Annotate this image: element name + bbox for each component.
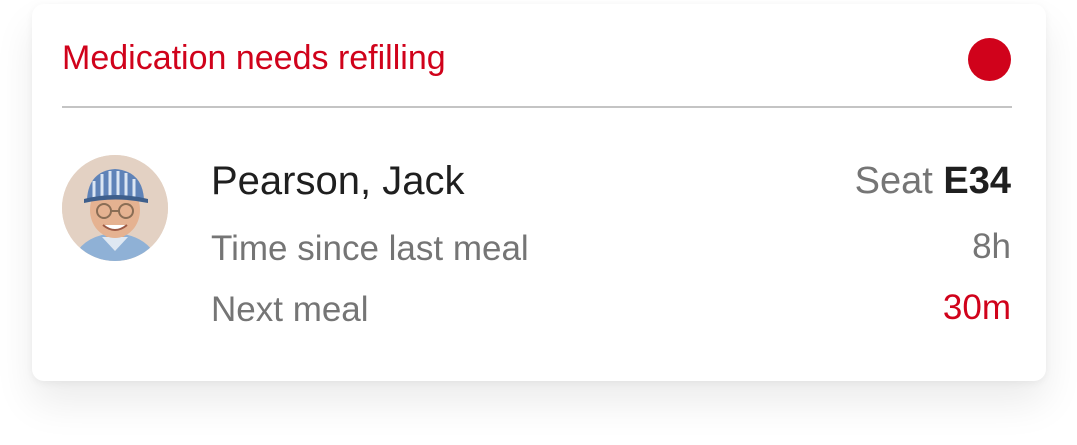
last-meal-label: Time since last meal xyxy=(211,229,529,268)
alert-title: Medication needs refilling xyxy=(62,39,446,77)
passenger-name: Pearson, Jack xyxy=(211,159,465,203)
seat-number: E34 xyxy=(943,160,1011,202)
next-meal-value: 30m xyxy=(942,288,1011,327)
passenger-photo-icon xyxy=(62,155,168,261)
last-meal-value: 8h xyxy=(972,227,1011,266)
divider xyxy=(62,106,1012,108)
seat-info: Seat E34 xyxy=(855,158,1011,204)
avatar[interactable] xyxy=(62,155,168,261)
next-meal-label: Next meal xyxy=(211,290,369,329)
passenger-alert-card[interactable]: Medication needs refilling Pearson, Jack xyxy=(32,4,1046,381)
seat-label: Seat xyxy=(854,160,933,202)
status-indicator-dot xyxy=(968,38,1011,81)
